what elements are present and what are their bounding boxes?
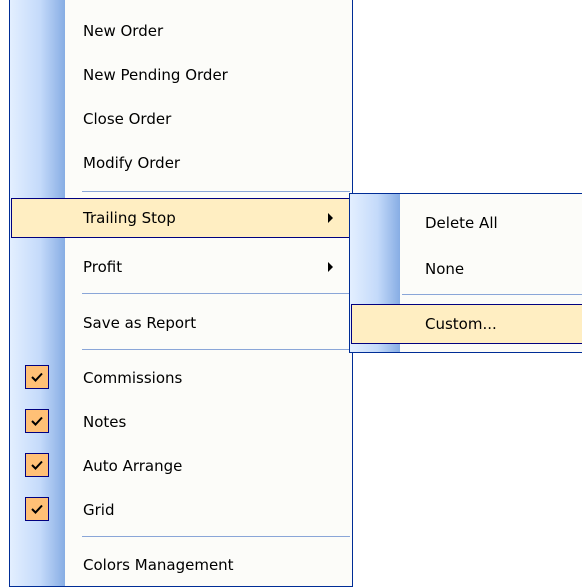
menu-item-commissions[interactable]: Commissions (11, 357, 351, 399)
menu-item-label: Delete All (425, 214, 498, 232)
menu-item-label: Trailing Stop (83, 209, 176, 227)
trailing-stop-submenu: Delete All None Custom... (349, 193, 582, 353)
menu-item-label: Profit (83, 258, 123, 276)
menu-item-grid[interactable]: Grid (11, 489, 351, 531)
menu-item-custom[interactable]: Custom... (351, 304, 582, 344)
menu-separator (82, 293, 350, 294)
menu-item-label: Auto Arrange (83, 457, 183, 475)
menu-item-label: New Order (83, 22, 164, 40)
menu-item-trailing-stop[interactable]: Trailing Stop (11, 198, 351, 238)
menu-item-label: Commissions (83, 369, 183, 387)
menu-item-none[interactable]: None (351, 248, 582, 290)
menu-item-label: Modify Order (83, 154, 181, 172)
menu-item-save-as-report[interactable]: Save as Report (11, 302, 351, 344)
menu-item-delete-all[interactable]: Delete All (351, 202, 582, 244)
checkmark-icon (25, 453, 49, 477)
menu-item-label: New Pending Order (83, 66, 228, 84)
context-menu: New Order New Pending Order Close Order … (9, 0, 353, 587)
checkmark-icon (25, 409, 49, 433)
menu-item-notes[interactable]: Notes (11, 401, 351, 443)
menu-item-close-order[interactable]: Close Order (11, 98, 351, 140)
menu-item-label: Notes (83, 413, 127, 431)
menu-item-label: Grid (83, 501, 115, 519)
menu-item-auto-arrange[interactable]: Auto Arrange (11, 445, 351, 487)
menu-item-colors-management[interactable]: Colors Management (11, 544, 351, 586)
menu-separator (402, 294, 582, 295)
menu-item-label: Custom... (425, 315, 497, 333)
menu-separator (82, 349, 350, 350)
menu-item-label: Colors Management (83, 556, 234, 574)
menu-separator (82, 191, 350, 192)
menu-item-modify-order[interactable]: Modify Order (11, 142, 351, 184)
menu-item-label: None (425, 260, 465, 278)
checkmark-icon (25, 497, 49, 521)
menu-item-label: Close Order (83, 110, 172, 128)
menu-item-new-order[interactable]: New Order (11, 10, 351, 52)
arrow-right-icon (328, 262, 333, 272)
menu-item-new-pending-order[interactable]: New Pending Order (11, 54, 351, 96)
menu-item-label: Save as Report (83, 314, 197, 332)
checkmark-icon (25, 365, 49, 389)
menu-separator (82, 536, 350, 537)
arrow-right-icon (328, 213, 333, 223)
menu-item-profit[interactable]: Profit (11, 246, 351, 288)
